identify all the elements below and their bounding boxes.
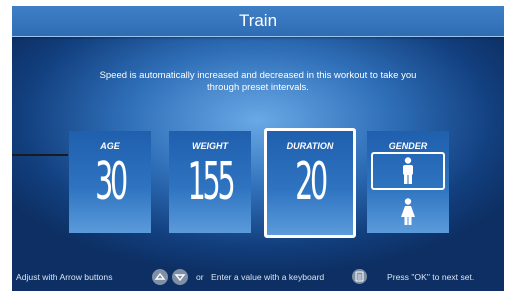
gender-male-option[interactable] xyxy=(371,152,445,190)
duration-value: 20 xyxy=(295,152,328,212)
adjust-hint: Adjust with Arrow buttons xyxy=(16,272,113,282)
chevron-up-icon xyxy=(154,272,166,280)
age-label: AGE xyxy=(100,141,120,151)
gender-tile[interactable]: GENDER xyxy=(367,131,449,233)
age-value: 30 xyxy=(95,152,128,212)
divider-line xyxy=(12,154,68,156)
or-text: or xyxy=(196,272,204,282)
duration-tile[interactable]: DURATION 20 xyxy=(264,128,356,238)
male-icon xyxy=(403,157,413,184)
keyboard-hint: Enter a value with a keyboard xyxy=(211,272,325,282)
footer-hints: Adjust with Arrow buttons or Enter a val… xyxy=(12,269,504,285)
keypad-button[interactable] xyxy=(352,269,367,284)
page-title: Train xyxy=(238,11,278,30)
weight-label: WEIGHT xyxy=(192,141,228,151)
age-tile[interactable]: AGE 30 xyxy=(69,131,151,233)
chevron-down-icon xyxy=(174,274,186,282)
down-arrow-button[interactable] xyxy=(172,269,188,285)
press-ok-hint: Press "OK" to next set. xyxy=(387,272,475,282)
weight-value: 155 xyxy=(187,152,236,212)
keypad-icon xyxy=(355,271,364,282)
up-arrow-button[interactable] xyxy=(152,269,168,285)
description-line-1: Speed is automatically increased and dec… xyxy=(99,70,417,81)
weight-tile[interactable]: WEIGHT 155 xyxy=(169,131,251,233)
description-line-2: through preset intervals. xyxy=(207,82,309,93)
workout-description: Speed is automatically increased and dec… xyxy=(32,70,484,94)
workout-screen: Train Speed is automatically increased a… xyxy=(12,6,504,291)
female-icon[interactable] xyxy=(399,198,417,226)
title-bar: Train xyxy=(12,6,504,37)
gender-label: GENDER xyxy=(388,141,428,151)
duration-label: DURATION xyxy=(286,141,334,151)
